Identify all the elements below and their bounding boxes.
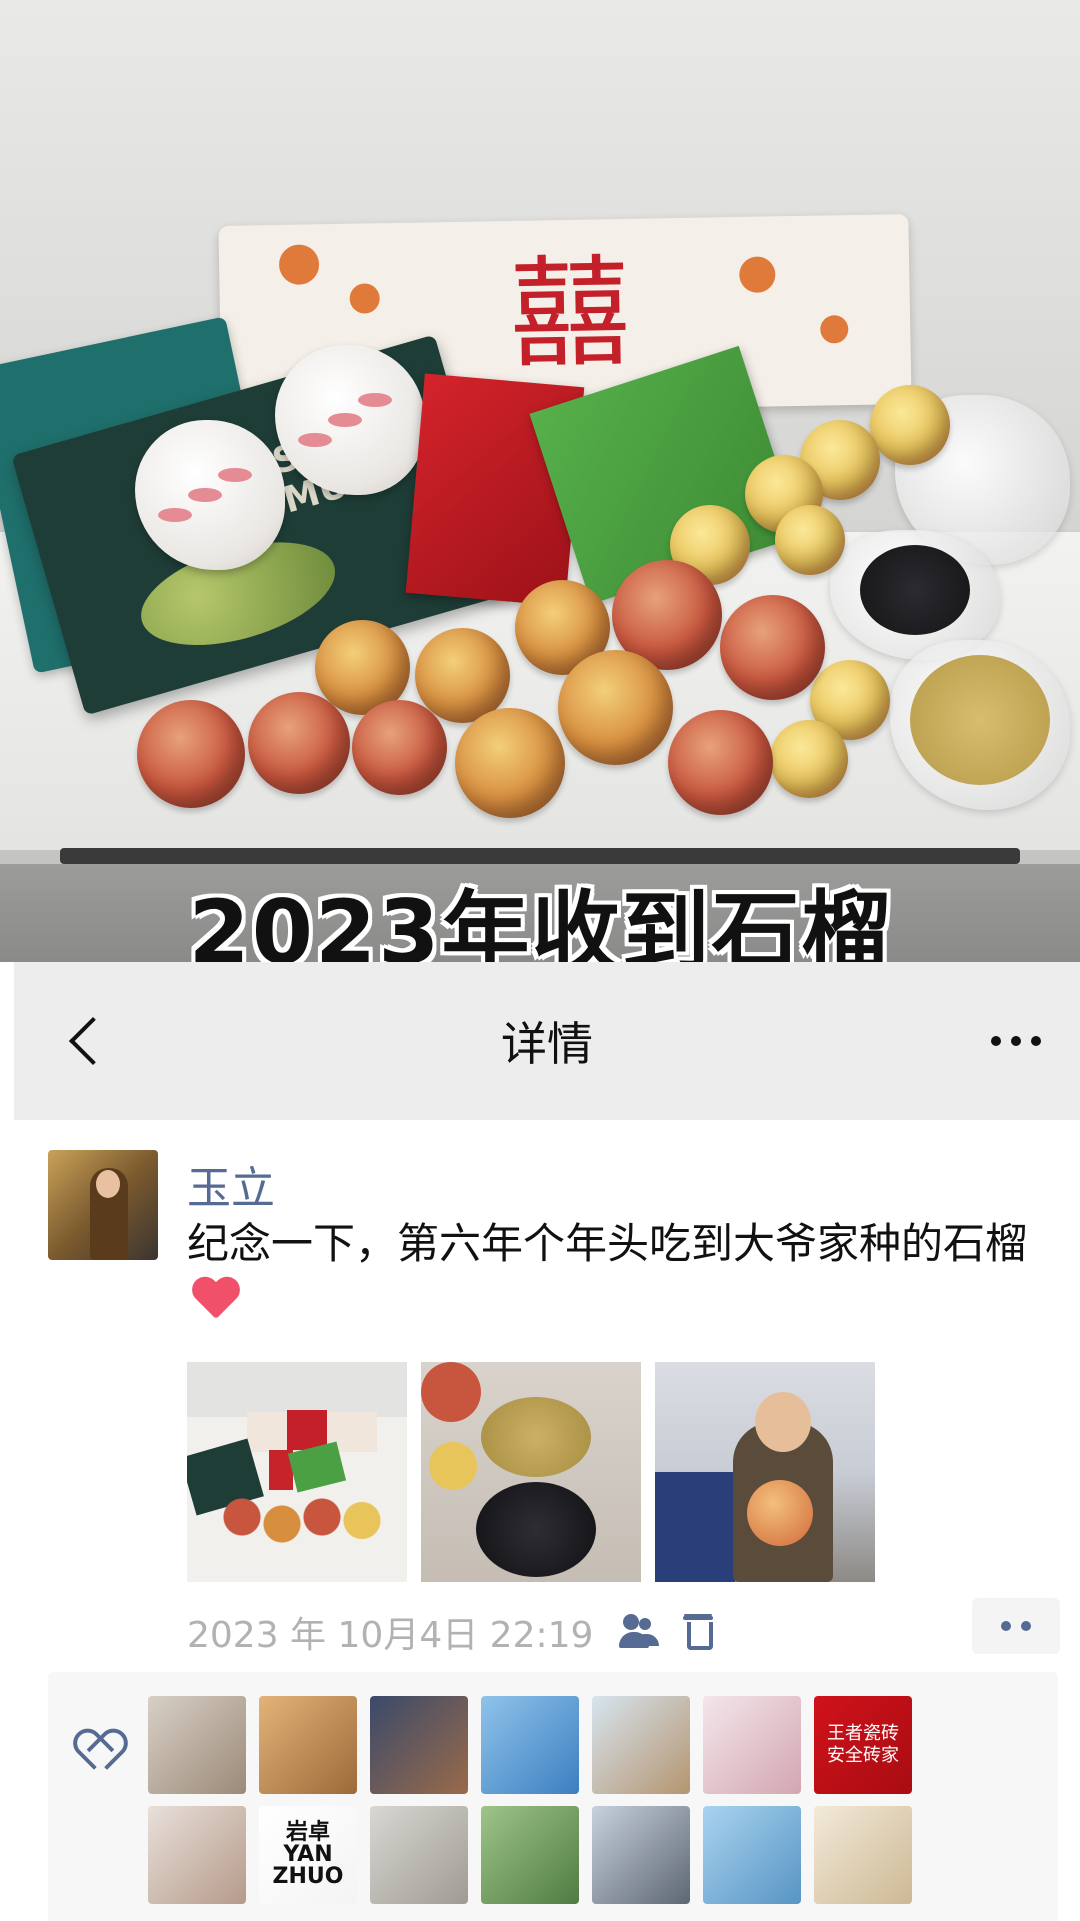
post-photo-hero: 囍 SHINE MUSC 2023年收到石榴 <box>0 0 1080 962</box>
pomegranate <box>455 708 565 818</box>
pomegranate <box>558 650 673 765</box>
like-avatar[interactable]: 王者瓷砖 安全砖家 <box>814 1696 912 1794</box>
photo-caption: 2023年收到石榴 <box>188 881 892 962</box>
double-happiness-character: 囍 <box>508 243 632 385</box>
post-text-body: 纪念一下，第六年个年头吃到大爷家种的石榴 <box>187 1219 1028 1268</box>
soybeans <box>910 655 1050 785</box>
post-image-2[interactable] <box>421 1362 641 1582</box>
author-avatar[interactable] <box>48 1150 158 1260</box>
likes-avatar-grid: 王者瓷砖 安全砖家岩卓 YAN ZHUO <box>148 1696 912 1904</box>
post-image-3[interactable] <box>655 1362 875 1582</box>
like-comment-menu-button[interactable] <box>972 1598 1060 1654</box>
like-avatar[interactable] <box>259 1696 357 1794</box>
visibility-people-icon[interactable] <box>619 1614 659 1650</box>
apple <box>775 505 845 575</box>
like-avatar[interactable] <box>703 1696 801 1794</box>
like-avatar[interactable] <box>370 1696 468 1794</box>
pomegranate <box>137 700 245 808</box>
pomegranate <box>248 692 350 794</box>
post-timestamp: 2023 年 10月4日 22:19 <box>187 1615 594 1656</box>
like-avatar[interactable] <box>148 1696 246 1794</box>
pomegranate <box>720 595 825 700</box>
like-avatar[interactable] <box>703 1806 801 1904</box>
pomegranate <box>668 710 773 815</box>
like-avatar[interactable]: 岩卓 YAN ZHUO <box>259 1806 357 1904</box>
like-avatar[interactable] <box>592 1696 690 1794</box>
heart-outline-icon <box>74 1730 120 1772</box>
like-avatar[interactable] <box>481 1696 579 1794</box>
like-avatar-label: 岩卓 YAN ZHUO <box>272 1820 344 1889</box>
more-options-icon[interactable] <box>976 1018 1056 1064</box>
red-heart-icon <box>191 1278 241 1324</box>
like-avatar[interactable] <box>370 1806 468 1904</box>
post-meta: 2023 年 10月4日 22:19 <box>187 1606 715 1658</box>
post-image-grid <box>187 1362 875 1582</box>
like-avatar[interactable] <box>814 1806 912 1904</box>
like-avatar[interactable] <box>481 1806 579 1904</box>
black-beans <box>860 545 970 635</box>
pomegranate <box>352 700 447 795</box>
like-avatar[interactable] <box>148 1806 246 1904</box>
like-avatar[interactable] <box>592 1806 690 1904</box>
detail-navbar: 详情 <box>14 962 1080 1120</box>
delete-trash-icon[interactable] <box>681 1614 715 1650</box>
post-image-1[interactable] <box>187 1362 407 1582</box>
page-title: 详情 <box>501 1017 593 1071</box>
author-name[interactable]: 玉立 <box>187 1152 275 1216</box>
apple <box>770 720 848 798</box>
like-avatar-label: 王者瓷砖 安全砖家 <box>827 1723 899 1766</box>
post-text: 纪念一下，第六年个年头吃到大爷家种的石榴 <box>187 1214 1067 1334</box>
likes-panel: 王者瓷砖 安全砖家岩卓 YAN ZHUO <box>48 1672 1058 1921</box>
moment-detail: 玉立 纪念一下，第六年个年头吃到大爷家种的石榴 2023 年 10月4日 22:… <box>14 1120 1080 1921</box>
apple <box>870 385 950 465</box>
